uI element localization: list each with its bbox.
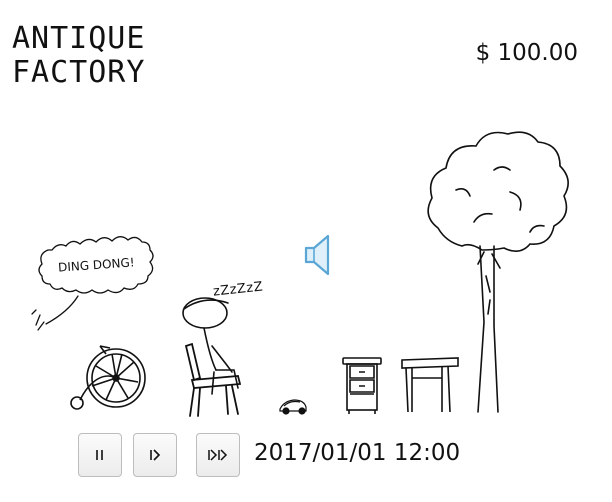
sound-toggle-button[interactable] <box>300 230 340 280</box>
table <box>401 357 459 413</box>
penny-farthing-bicycle <box>70 345 146 410</box>
tree <box>427 131 569 413</box>
speaker-icon <box>304 234 330 276</box>
play-button[interactable] <box>133 433 177 477</box>
fast-forward-button[interactable] <box>196 433 240 477</box>
cabinet <box>342 357 382 414</box>
pause-icon <box>96 450 103 460</box>
game-datetime: 2017/01/01 12:00 <box>254 440 461 466</box>
game-scene <box>31 131 569 417</box>
speech-bubble <box>31 236 154 331</box>
fast-forward-icon <box>208 449 228 461</box>
pause-button[interactable] <box>78 433 122 477</box>
play-icon <box>150 449 161 461</box>
